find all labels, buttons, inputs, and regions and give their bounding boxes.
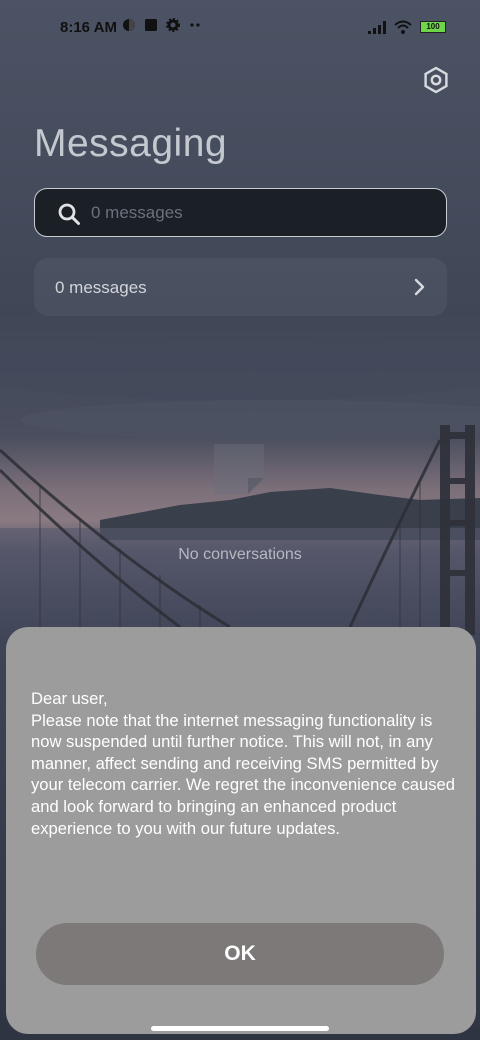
app-notification-icon xyxy=(145,19,157,31)
battery-icon: 100 xyxy=(420,21,446,33)
notification-icons xyxy=(122,18,202,32)
status-time: 8:16 AM xyxy=(60,19,117,36)
search-input[interactable] xyxy=(91,201,421,225)
empty-conversations-icon xyxy=(214,444,264,494)
notice-dialog: Dear user, Please note that the internet… xyxy=(6,627,476,1034)
empty-state-text: No conversations xyxy=(178,546,302,563)
vpn-icon xyxy=(123,19,135,31)
page-title: Messaging xyxy=(34,122,228,165)
signal-icon xyxy=(368,20,386,34)
settings-icon[interactable] xyxy=(422,66,450,94)
search-box[interactable] xyxy=(34,188,447,237)
all-messages-row[interactable]: 0 messages xyxy=(34,258,447,316)
home-indicator[interactable] xyxy=(151,1026,329,1031)
ok-button[interactable]: OK xyxy=(36,923,444,985)
dialog-message-text: Dear user, Please note that the internet… xyxy=(31,689,455,838)
more-notifications-icon xyxy=(190,23,200,27)
status-bar: 8:16 AM 100 xyxy=(0,0,480,56)
gear-status-icon xyxy=(166,18,180,32)
system-icons: 100 xyxy=(368,20,446,34)
wifi-icon xyxy=(394,20,412,34)
dialog-message: Dear user, Please note that the internet… xyxy=(31,688,461,839)
message-count-label: 0 messages xyxy=(55,278,147,297)
chevron-right-icon xyxy=(414,278,425,296)
search-icon xyxy=(58,203,80,225)
